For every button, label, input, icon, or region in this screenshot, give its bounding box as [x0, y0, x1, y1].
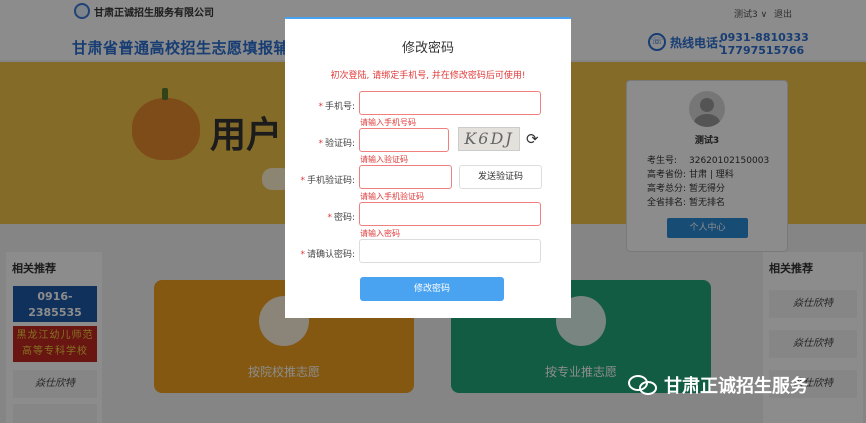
password-label-text: 密码: — [333, 213, 355, 223]
watermark-text: 甘肃正诚招生服务 — [664, 376, 808, 397]
password-input[interactable] — [359, 202, 541, 226]
wechat-icon — [628, 373, 658, 397]
password-error: 请输入密码 — [360, 229, 400, 238]
sms-code-input[interactable] — [359, 165, 452, 189]
sms-code-label-text: 手机验证码: — [306, 176, 355, 186]
dialog-notice: 初次登陆, 请绑定手机号, 并在修改密码后可使用! — [330, 71, 526, 81]
watermark: 甘肃正诚招生服务 — [628, 372, 808, 398]
send-code-button[interactable]: 发送验证码 — [459, 165, 542, 189]
phone-label: * 手机号: — [318, 102, 355, 112]
captcha-label-text: 验证码: — [324, 139, 355, 149]
submit-button[interactable]: 修改密码 — [360, 277, 504, 301]
change-password-dialog: 修改密码 初次登陆, 请绑定手机号, 并在修改密码后可使用! * 手机号: 请输入… — [285, 17, 571, 318]
confirm-password-label: * 请确认密码: — [300, 250, 355, 260]
captcha-input[interactable] — [359, 128, 449, 152]
captcha-error: 请输入验证码 — [360, 155, 408, 164]
refresh-icon[interactable]: ⟳ — [526, 130, 539, 148]
phone-input[interactable] — [359, 91, 541, 115]
captcha-label: * 验证码: — [318, 139, 355, 149]
page: 甘肃正诚招生服务有限公司 甘肃省普通高校招生志愿填报辅助咨 测试3 ∨ 退出 ☏… — [0, 0, 866, 423]
sms-code-error: 请输入手机验证码 — [360, 192, 424, 201]
dialog-title: 修改密码 — [401, 41, 454, 56]
phone-label-text: 手机号: — [324, 102, 355, 112]
confirm-password-input[interactable] — [359, 239, 541, 263]
phone-error: 请输入手机号码 — [360, 118, 416, 127]
sms-code-label: * 手机验证码: — [300, 176, 355, 186]
password-label: * 密码: — [327, 213, 355, 223]
captcha-image[interactable]: K6DJ — [458, 127, 520, 151]
confirm-password-label-text: 请确认密码: — [306, 250, 355, 260]
